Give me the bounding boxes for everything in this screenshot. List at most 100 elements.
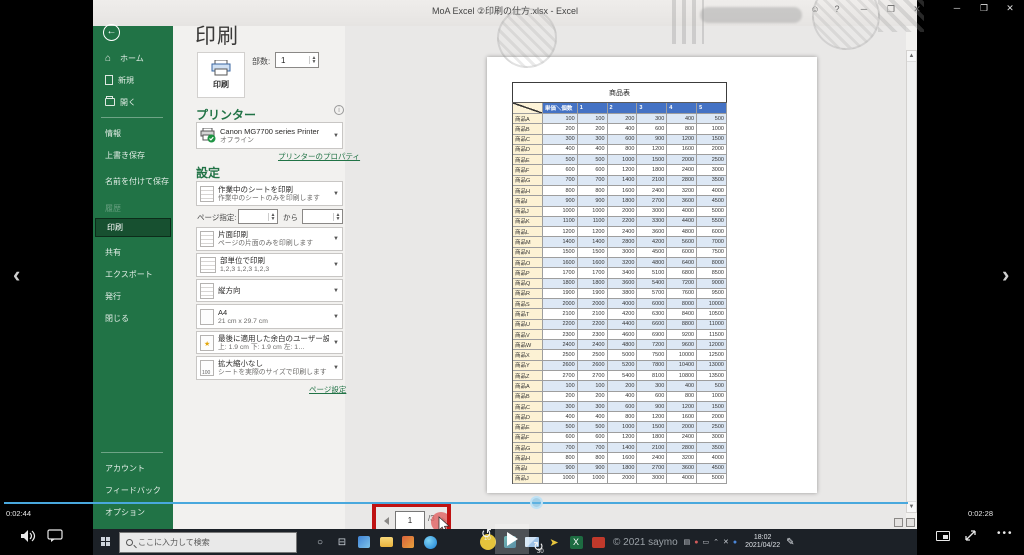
play-button[interactable]: [495, 524, 529, 554]
table-row: 商品C 300 300 600 900 1200 1500: [513, 401, 727, 413]
table-value-cell: 500: [697, 114, 727, 125]
table-value-cell: 4500: [697, 463, 727, 474]
cortana-icon[interactable]: ○: [309, 529, 331, 555]
taskbar-search-input[interactable]: ここに入力して検索: [119, 531, 297, 553]
sidebar-item-save[interactable]: 上書き保存: [97, 144, 171, 166]
timeline-handle[interactable]: [530, 496, 543, 509]
orientation-dropdown[interactable]: 縦方向 ▼: [196, 279, 343, 302]
sidebar-item-publish[interactable]: 発行: [97, 285, 171, 307]
table-value-cell: 5700: [637, 288, 668, 300]
page-range-from-input[interactable]: ▲ ▼: [238, 209, 278, 224]
volume-icon[interactable]: [20, 529, 38, 543]
table-value-cell: 9200: [667, 329, 698, 341]
printer-properties-link[interactable]: プリンターのプロパティ: [278, 151, 360, 162]
video-timeline[interactable]: [4, 502, 908, 504]
preview-scrollbar[interactable]: ▲ ▼: [906, 50, 917, 513]
collation-dropdown[interactable]: 部単位で印刷 1,2,3 1,2,3 1,2,3 ▼: [196, 253, 343, 277]
stepper-arrows-icon[interactable]: ▲ ▼: [333, 212, 342, 221]
back-button[interactable]: ←: [103, 24, 120, 41]
sidebar-item-share[interactable]: 共有: [97, 241, 171, 263]
sidebar-item-open[interactable]: 開く: [97, 91, 169, 113]
sidebar-item-feedback[interactable]: フィードバック: [97, 479, 171, 501]
print-what-dropdown[interactable]: 作業中のシートを印刷 作業中のシートのみを印刷します ▼: [196, 181, 343, 206]
sidebar-item-new[interactable]: 新規: [97, 69, 169, 91]
row-label-cell: 商品D: [513, 412, 543, 423]
player-restore-button[interactable]: ❐: [976, 3, 992, 14]
player-minimize-button[interactable]: ─: [949, 3, 965, 13]
scroll-up-icon[interactable]: ▲: [907, 51, 916, 62]
task-view-icon[interactable]: ⊟: [331, 529, 353, 555]
info-icon[interactable]: i: [334, 105, 344, 115]
table-value-cell: 7200: [667, 278, 698, 289]
copies-stepper[interactable]: 1 ▲ ▼: [275, 52, 319, 68]
sidebar-item-home[interactable]: ⌂ ホーム: [97, 47, 169, 69]
table-value-cell: 3200: [607, 257, 638, 269]
skip-forward-button[interactable]: ↻ 30: [533, 540, 1024, 555]
printer-status-icon: [200, 128, 216, 143]
show-margins-button[interactable]: [894, 518, 903, 527]
table-value-cell: 400: [577, 144, 608, 156]
sidebar-item-print-selected[interactable]: 印刷: [95, 218, 171, 237]
sidebar-item-account[interactable]: アカウント: [97, 457, 171, 479]
sidebar-item-info[interactable]: 情報: [97, 122, 171, 144]
player-close-button[interactable]: ✕: [1002, 3, 1018, 14]
table-value-cell: 500: [542, 422, 578, 433]
scaling-dropdown[interactable]: 100 拡大縮小なし シートを実際のサイズで印刷します ▼: [196, 356, 343, 380]
table-value-cell: 9500: [697, 288, 727, 300]
mini-player-icon[interactable]: [936, 531, 950, 541]
store-icon[interactable]: [397, 529, 419, 555]
edge-icon[interactable]: [419, 529, 441, 555]
table-header-cell: 4: [667, 103, 698, 114]
margins-dropdown[interactable]: ★ 最後に適用した余白のユーザー設定 上: 1.9 cm 下: 1.9 cm 左…: [196, 331, 343, 354]
table-value-cell: 300: [637, 381, 668, 392]
table-value-cell: 600: [607, 134, 638, 145]
page-range-to-input[interactable]: ▲ ▼: [302, 209, 343, 224]
sidebar-item-save-as[interactable]: 名前を付けて保存: [97, 166, 171, 198]
scaling-icon: 100: [200, 360, 214, 376]
table-value-cell: 1800: [607, 196, 638, 207]
table-value-cell: 4800: [607, 340, 638, 351]
desktop-video-player: MoA Excel ②印刷の仕方.xlsx - Excel ☺ ? ─ ❐ ✕ …: [0, 0, 1024, 555]
duplex-dropdown[interactable]: 片面印刷 ページの片面のみを印刷します ▼: [196, 227, 343, 251]
print-button[interactable]: 印刷: [197, 52, 245, 98]
start-button[interactable]: [93, 529, 119, 555]
stepper-arrows-icon[interactable]: ▲ ▼: [309, 56, 318, 65]
table-value-cell: 800: [542, 185, 578, 197]
table-value-cell: 3000: [637, 473, 668, 485]
table-row: 商品S 2000 2000 4000 6000 8000 10000: [513, 299, 727, 310]
previous-video-chevron[interactable]: ‹: [13, 264, 20, 286]
table-value-cell: 400: [607, 124, 638, 135]
sidebar-item-close[interactable]: 閉じる: [97, 307, 171, 329]
scroll-down-icon[interactable]: ▼: [907, 501, 916, 512]
more-options-icon[interactable]: •••: [997, 528, 1014, 539]
printer-selector-dropdown[interactable]: Canon MG7700 series Printer オフライン ▼: [196, 122, 343, 149]
next-video-chevron[interactable]: ›: [1002, 264, 1009, 286]
printer-name: Canon MG7700 series Printer: [220, 126, 320, 136]
stepper-arrows-icon[interactable]: ▲ ▼: [268, 212, 277, 221]
fullscreen-icon[interactable]: [963, 528, 978, 543]
sidebar-item-history[interactable]: 履歴: [97, 198, 171, 218]
table-value-cell: 1200: [577, 227, 608, 238]
table-value-cell: 2100: [542, 309, 578, 320]
paper-size-dropdown[interactable]: A4 21 cm x 29.7 cm ▼: [196, 304, 343, 329]
table-row: 商品E 500 500 1000 1500 2000 2500: [513, 422, 727, 433]
table-value-cell: 13000: [697, 360, 727, 372]
photos-icon[interactable]: [353, 529, 375, 555]
file-explorer-icon[interactable]: [375, 529, 397, 555]
zoom-to-page-button[interactable]: [906, 518, 915, 527]
table-value-cell: 1600: [577, 257, 608, 269]
table-value-cell: 4800: [667, 227, 698, 238]
table-value-cell: 11500: [697, 329, 727, 341]
sidebar-item-options[interactable]: オプション: [97, 501, 171, 523]
table-value-cell: 800: [577, 185, 608, 197]
subtitles-icon[interactable]: [47, 529, 63, 543]
sidebar-item-export[interactable]: エクスポート: [97, 263, 171, 285]
table-value-cell: 200: [577, 124, 608, 135]
table-row: 商品A 100 100 200 300 400 500: [513, 114, 727, 125]
settings-section-heading: 設定: [196, 166, 221, 180]
table-value-cell: 300: [542, 401, 578, 413]
page-setup-link[interactable]: ページ設定: [309, 384, 346, 395]
table-value-cell: 1200: [637, 144, 668, 156]
printer-section-heading: プリンター: [196, 108, 257, 122]
print-sheet-icon: [200, 185, 214, 202]
